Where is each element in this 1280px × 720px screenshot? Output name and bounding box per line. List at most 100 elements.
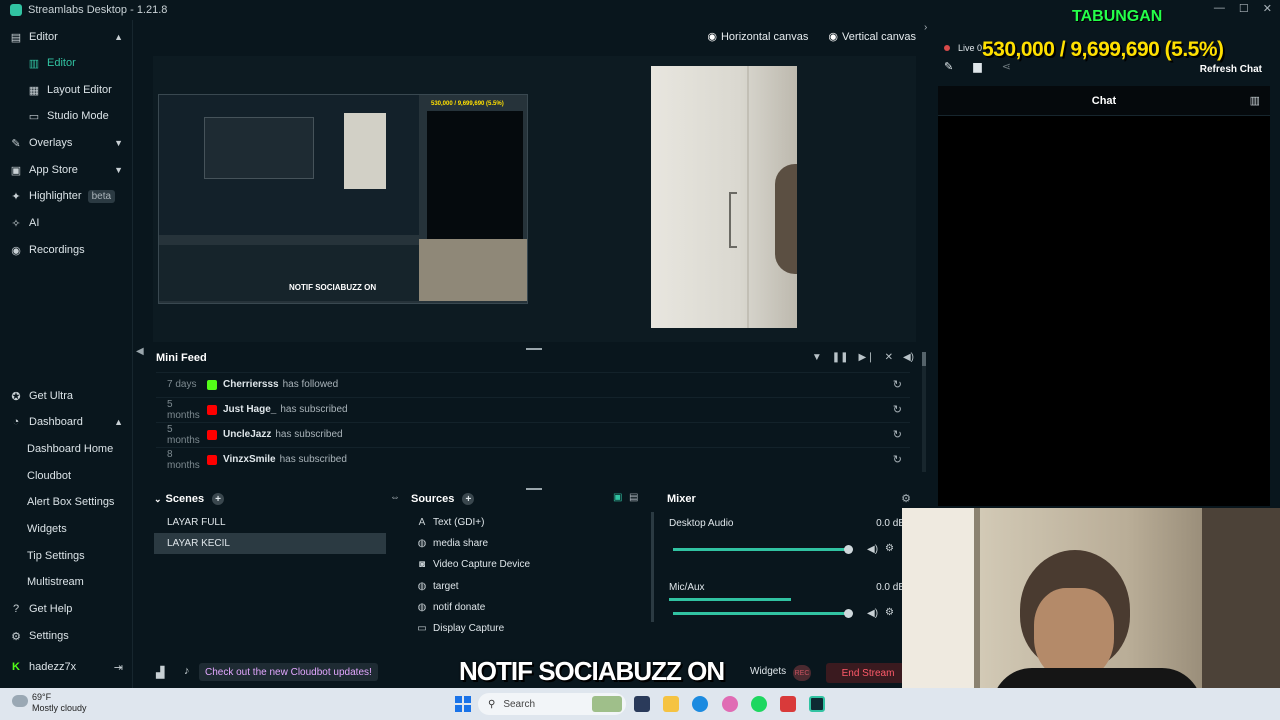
sidebar-item-get-help[interactable]: ? Get Help	[0, 596, 133, 622]
app-red-icon[interactable]	[780, 696, 796, 712]
cloudbot-notification[interactable]: Check out the new Cloudbot updates!	[199, 663, 378, 681]
sidebar-item-cloudbot[interactable]: Cloudbot	[0, 463, 133, 489]
vertical-canvas-toggle[interactable]: ◉ Vertical canvas	[828, 30, 916, 43]
chat-messages[interactable]	[938, 116, 1270, 506]
taskbar-search[interactable]: ⚲ Search	[478, 693, 626, 715]
mixer-channel-label: Mic/Aux	[669, 582, 705, 593]
mute-alerts-icon[interactable]: ✕	[885, 352, 893, 363]
sidebar-item-settings[interactable]: ⚙ Settings	[0, 623, 133, 649]
source-item[interactable]: ▭ Display Capture	[411, 618, 647, 639]
skip-icon[interactable]: ▶❘	[859, 352, 875, 363]
collapse-sidebar-icon[interactable]: ◀	[136, 346, 144, 357]
add-source-button[interactable]: +	[462, 493, 475, 505]
maximize-icon[interactable]: ☐	[1239, 2, 1249, 15]
sidebar-item-widgets[interactable]: Widgets	[0, 516, 133, 542]
volume-icon[interactable]: ◀)	[903, 352, 914, 363]
scene-transition-icon[interactable]: ⇔	[390, 492, 400, 503]
chat-settings-icon[interactable]: ▥	[1250, 94, 1260, 107]
scene-item-selected[interactable]: LAYAR KECIL	[154, 533, 386, 554]
sidebar-item-studio-mode[interactable]: ▭ Studio Mode	[0, 103, 133, 129]
sidebar-item-label: Dashboard	[29, 416, 83, 428]
windows-start-icon[interactable]	[455, 696, 471, 712]
volume-slider[interactable]	[673, 545, 853, 554]
sidebar-item-multistream[interactable]: Multistream	[0, 569, 133, 595]
volume-slider[interactable]	[673, 609, 853, 618]
replay-icon[interactable]: ↻	[893, 453, 902, 466]
sidebar-item-recordings[interactable]: ◉ Recordings	[0, 237, 133, 263]
chevron-down-icon[interactable]: ⌄	[154, 494, 162, 505]
chevron-up-icon: ▲	[114, 32, 123, 42]
weather-widget[interactable]: 69°F Mostly cloudy	[12, 692, 87, 714]
sidebar-item-alert-box-settings[interactable]: Alert Box Settings	[0, 489, 133, 515]
kick-icon	[207, 379, 217, 390]
volume-fill	[673, 548, 849, 551]
horizontal-preview[interactable]: 530,000 / 9,699,690 (5.5%) NOTIF SOCIABU…	[158, 94, 528, 304]
volume-knob[interactable]	[844, 609, 853, 618]
source-bulk-icon[interactable]: ▤	[629, 492, 638, 503]
sidebar-item-highlighter[interactable]: ✦ Highlighter beta	[0, 183, 133, 209]
pause-icon[interactable]: ❚❚	[832, 352, 849, 363]
sidebar-item-ai[interactable]: ✧ AI	[0, 210, 133, 236]
feed-name: Cherriersss	[223, 379, 279, 390]
scene-item[interactable]: LAYAR FULL	[154, 512, 386, 533]
source-item[interactable]: ◍ notif donate	[411, 597, 647, 618]
sidebar-item-overlays[interactable]: ✎ Overlays ▼	[0, 130, 133, 156]
stream-preview[interactable]: 530,000 / 9,699,690 (5.5%) NOTIF SOCIABU…	[153, 56, 916, 342]
replay-icon[interactable]: ↻	[893, 428, 902, 441]
dashboard-icon: ◔	[12, 416, 20, 428]
source-item[interactable]: ◍ media share	[411, 533, 647, 554]
gear-icon[interactable]: ⚙	[885, 607, 894, 618]
edge-icon[interactable]	[692, 696, 708, 712]
end-stream-button[interactable]: End Stream	[826, 663, 910, 683]
stats-icon[interactable]: ▟	[156, 666, 164, 679]
sidebar-item-get-ultra[interactable]: ✪ Get Ultra	[0, 383, 133, 409]
source-item[interactable]: ◍ target	[411, 576, 647, 597]
sidebar-item-editor-sub[interactable]: ▥ Editor	[0, 50, 133, 76]
mixer-channel-db: 0.0 dB	[876, 518, 905, 529]
file-explorer-icon[interactable]	[663, 696, 679, 712]
folder-icon[interactable]: ▆	[973, 60, 981, 73]
streamlabs-taskbar-icon[interactable]	[809, 696, 825, 712]
replay-icon[interactable]: ↻	[893, 403, 902, 416]
copilot-icon[interactable]	[722, 696, 738, 712]
sidebar-item-editor[interactable]: ▤ Editor ▲	[0, 24, 133, 50]
minimize-icon[interactable]: —	[1214, 2, 1225, 15]
spotify-icon[interactable]	[751, 696, 767, 712]
vertical-preview[interactable]	[651, 66, 797, 328]
live-viewer-count: Live 0	[958, 43, 983, 53]
widgets-button[interactable]: Widgets	[750, 666, 786, 677]
sidebar-item-account[interactable]: K hadezz7x ⇥	[0, 654, 133, 680]
pencil-icon[interactable]: ✎	[944, 60, 953, 73]
sidebar-item-dashboard[interactable]: ◔ Dashboard ▲	[0, 409, 133, 435]
replay-icon[interactable]: ↻	[893, 378, 902, 391]
gear-icon[interactable]: ⚙	[901, 492, 911, 505]
volume-knob[interactable]	[844, 545, 853, 554]
sidebar-item-app-store[interactable]: ▣ App Store ▼	[0, 157, 133, 183]
sidebar: ▤ Editor ▲ ▥ Editor ▦ Layout Editor ▭ St…	[0, 20, 133, 688]
sidebar-item-dashboard-home[interactable]: Dashboard Home	[0, 436, 133, 462]
mini-feed-scrollbar[interactable]	[922, 352, 926, 472]
taskview-icon[interactable]	[634, 696, 650, 712]
horizontal-canvas-toggle[interactable]: ◉ Horizontal canvas	[707, 30, 808, 43]
refresh-chat-button[interactable]: Refresh Chat	[1200, 64, 1262, 75]
close-icon[interactable]: ✕	[1263, 2, 1272, 15]
add-scene-button[interactable]: +	[212, 493, 225, 505]
chevron-right-icon[interactable]: ›	[924, 22, 927, 33]
sidebar-item-layout-editor[interactable]: ▦ Layout Editor	[0, 77, 133, 103]
feed-action: has subscribed	[280, 404, 348, 415]
source-group-icon[interactable]: ▣	[613, 492, 622, 503]
speaker-icon[interactable]: ◀)	[867, 608, 878, 619]
source-item[interactable]: ◙ Video Capture Device	[411, 554, 647, 575]
sources-scrollbar[interactable]	[651, 512, 654, 622]
gear-icon[interactable]: ⚙	[885, 543, 894, 554]
bell-icon[interactable]: ♪	[184, 665, 190, 677]
record-button[interactable]: REC	[793, 665, 811, 681]
source-item[interactable]: A Text (GDI+)	[411, 512, 647, 533]
preview-bottom-panels	[159, 245, 419, 301]
person-silhouette	[775, 164, 797, 274]
sidebar-item-tip-settings[interactable]: Tip Settings	[0, 543, 133, 569]
filter-icon[interactable]: ▼	[812, 352, 822, 363]
volume-fill	[673, 612, 849, 615]
logout-icon[interactable]: ⇥	[114, 661, 123, 674]
speaker-icon[interactable]: ◀)	[867, 544, 878, 555]
